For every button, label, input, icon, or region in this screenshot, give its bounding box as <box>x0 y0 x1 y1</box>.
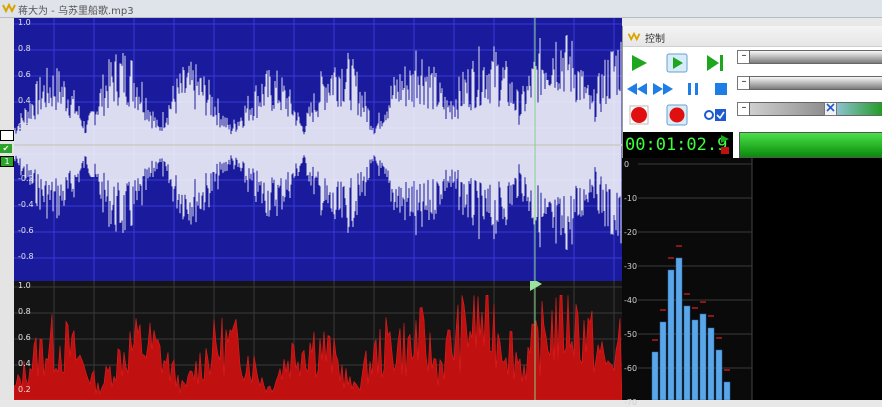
app-logo-icon <box>2 2 16 14</box>
play-state-icon <box>721 135 729 154</box>
control-title-bar: 控制 <box>623 26 882 47</box>
waveform-y-tick: 1.0 <box>18 18 31 27</box>
play-button[interactable] <box>627 52 651 74</box>
play-loop-button[interactable] <box>665 52 689 74</box>
rewind-icon <box>627 83 647 95</box>
meter-bar <box>675 257 683 400</box>
check-icon[interactable]: ✔ <box>0 144 12 153</box>
channel-badge[interactable]: 1 <box>0 156 14 167</box>
spectrum-view[interactable]: 1.0 0.8 0.6 0.4 0.2 <box>14 281 622 400</box>
meter-y-tick: -10 <box>624 194 638 203</box>
meter-bar <box>659 321 667 400</box>
meter-y-tick: -70 <box>624 398 638 407</box>
spectrum-y-tick: 0.2 <box>18 385 31 394</box>
elapsed-time: 00:01:02.9 <box>625 135 728 155</box>
meter-y-tick: -40 <box>624 296 638 305</box>
volume-slider[interactable] <box>749 50 882 64</box>
level-meter: 0 -10 -20 -30 -40 -50 -60 -70 <box>622 158 882 407</box>
play-to-end-icon <box>707 55 723 71</box>
waveform-canvas <box>14 18 622 281</box>
output-level-bar <box>739 132 882 158</box>
spectrum-trace <box>14 294 622 400</box>
waveform-y-tick: 0.6 <box>18 70 31 79</box>
channel-toggle[interactable] <box>0 130 14 141</box>
stop-button[interactable] <box>709 78 733 100</box>
spectrum-y-tick: 0.6 <box>18 333 31 342</box>
play-to-end-button[interactable] <box>703 52 727 74</box>
left-ruler: ✔ 1 <box>0 18 14 400</box>
meter-bar <box>651 351 659 400</box>
waveform-y-tick: -0.4 <box>18 200 34 209</box>
close-icon <box>826 103 835 112</box>
window-title: 蒋大为 - 乌苏里船歌.mp3 <box>18 6 134 17</box>
record-button[interactable] <box>627 104 651 126</box>
meter-bar <box>723 381 731 400</box>
control-window: 控制 – – – 00:01:02.9 <box>622 26 882 158</box>
spectrum-y-tick: 0.4 <box>18 359 31 368</box>
meter-bar <box>667 269 675 400</box>
monitor-toggle[interactable] <box>703 104 727 126</box>
waveform-y-tick: 0 <box>18 148 24 157</box>
fast-forward-icon <box>653 83 673 95</box>
control-logo-icon <box>627 31 641 42</box>
meter-bar <box>715 349 723 400</box>
waveform-y-tick: 0.8 <box>18 44 31 53</box>
waveform-y-tick: 0.2 <box>18 122 31 131</box>
meter-y-tick: -50 <box>624 330 638 339</box>
waveform-trace <box>14 35 622 250</box>
record-loop-icon <box>666 104 688 126</box>
spectrum-canvas <box>14 281 622 400</box>
meter-bar <box>691 319 699 400</box>
meter-y-tick: -20 <box>624 228 638 237</box>
meter-y-tick: -60 <box>624 364 638 373</box>
playhead-marker-icon[interactable] <box>530 281 542 291</box>
meter-bar <box>707 327 715 400</box>
speed-slider-thumb[interactable] <box>824 102 837 116</box>
balance-slider[interactable] <box>749 76 882 90</box>
pause-icon <box>688 83 698 95</box>
level-meter-canvas <box>622 158 753 400</box>
time-display: 00:01:02.9 <box>623 132 733 158</box>
waveform-view[interactable]: 1.0 0.8 0.6 0.4 0.2 0 -0.2 -0.4 -0.6 -0.8 <box>14 18 622 281</box>
rewind-button[interactable] <box>625 78 649 100</box>
record-icon <box>629 105 649 125</box>
title-bar: 蒋大为 - 乌苏里船歌.mp3 <box>0 0 882 18</box>
fast-forward-button[interactable] <box>651 78 675 100</box>
waveform-y-tick: -0.8 <box>18 252 34 261</box>
speed-slider[interactable] <box>749 102 882 116</box>
meter-bar <box>699 313 707 400</box>
waveform-y-tick: -0.2 <box>18 174 34 183</box>
meter-y-tick: -30 <box>624 262 638 271</box>
waveform-y-tick: -0.6 <box>18 226 34 235</box>
play-loop-icon <box>666 53 688 73</box>
meter-y-tick: 0 <box>624 160 630 169</box>
control-title: 控制 <box>645 34 665 45</box>
record-loop-button[interactable] <box>665 104 689 126</box>
spectrum-y-tick: 1.0 <box>18 281 31 290</box>
monitor-toggle-icon <box>704 109 726 121</box>
spectrum-y-tick: 0.8 <box>18 307 31 316</box>
pause-button[interactable] <box>681 78 705 100</box>
play-icon <box>632 55 647 71</box>
meter-bar <box>683 305 691 400</box>
stop-icon <box>715 83 727 95</box>
waveform-y-tick: 0.4 <box>18 96 31 105</box>
